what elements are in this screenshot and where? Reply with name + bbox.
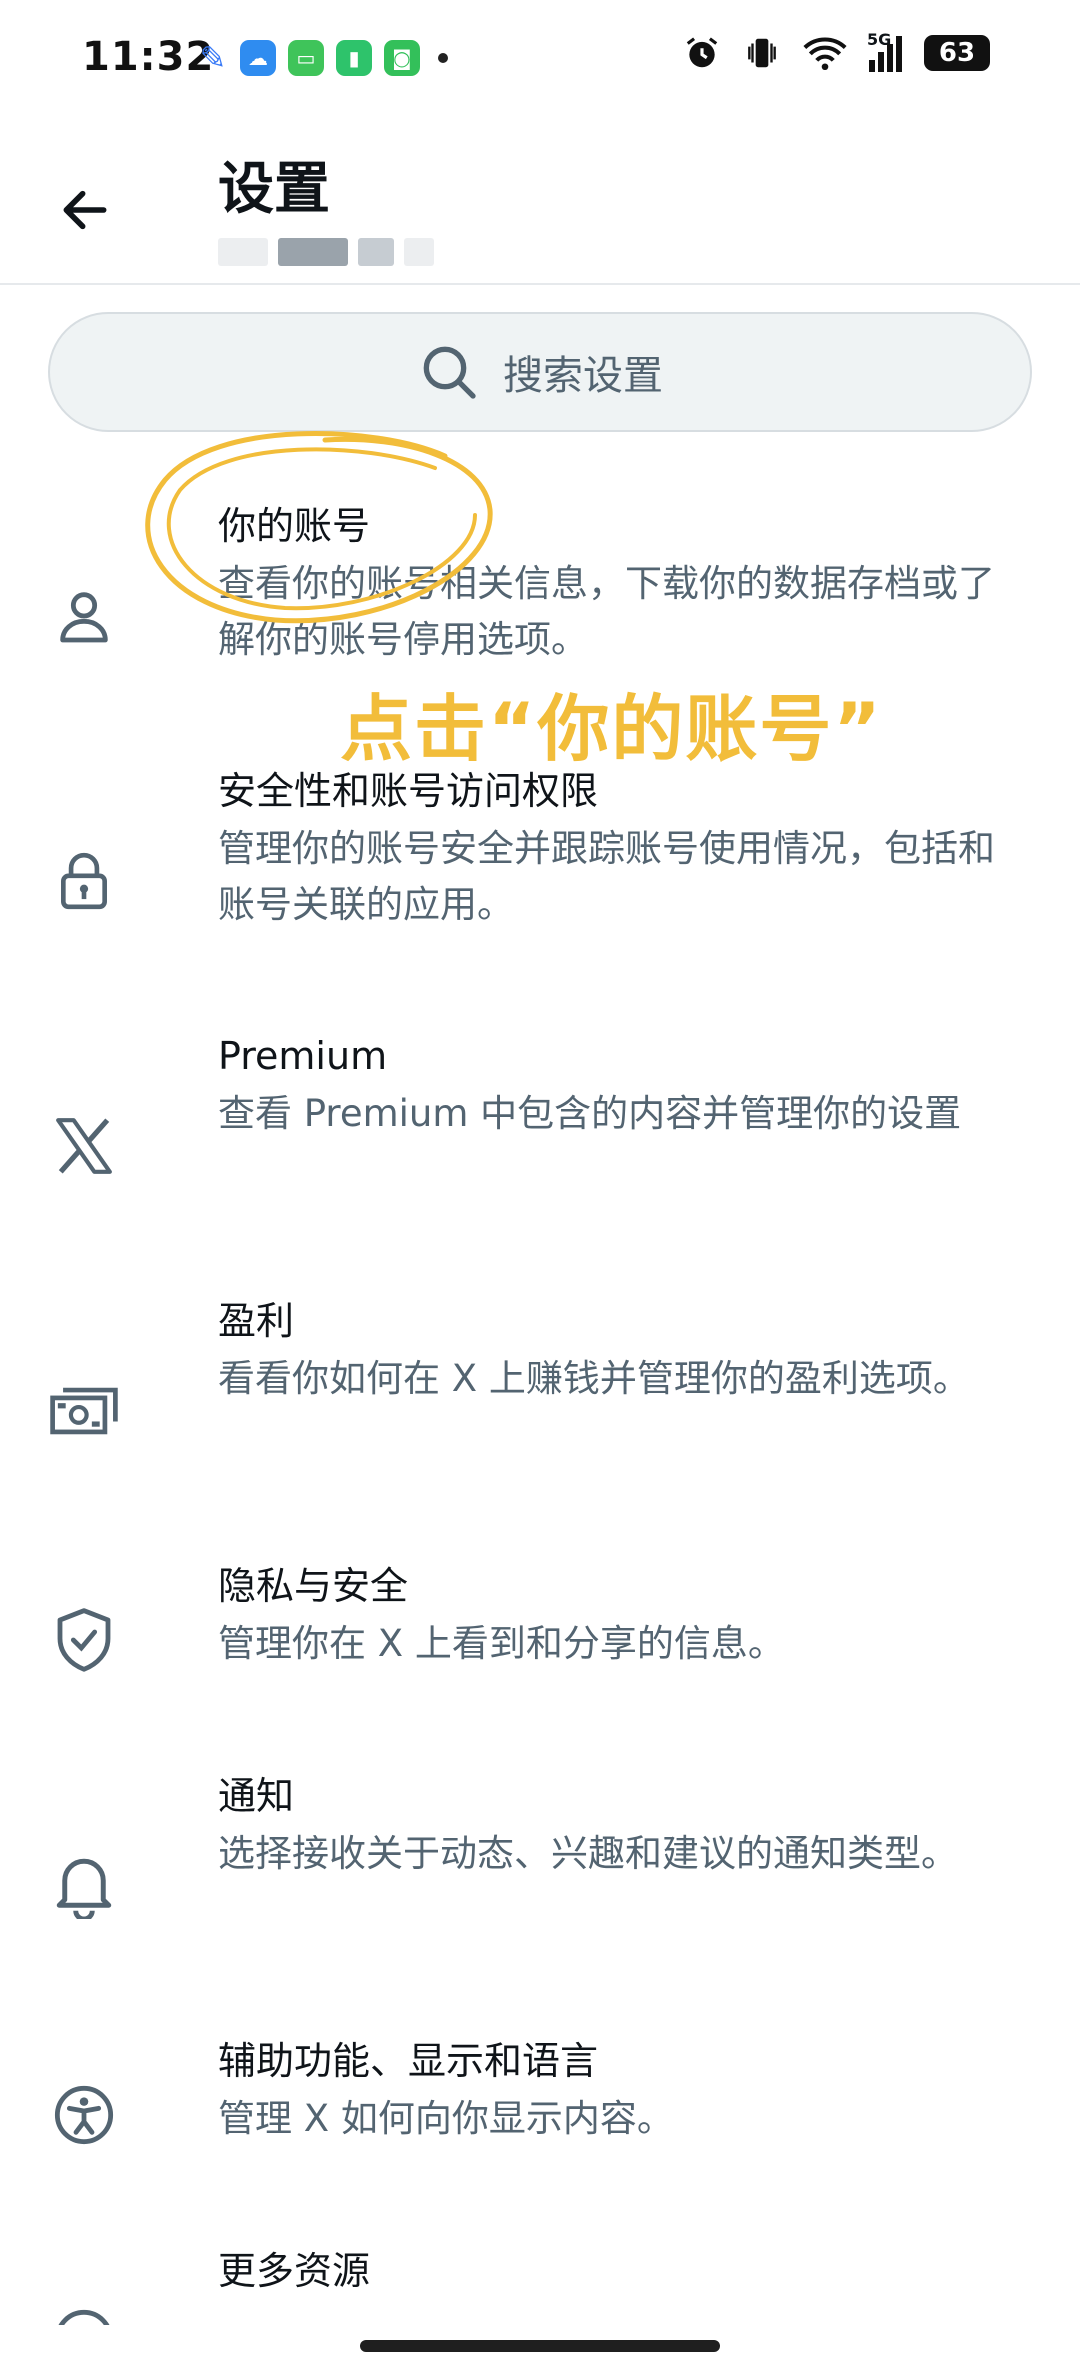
header: 设置 bbox=[0, 120, 1080, 285]
alarm-icon bbox=[686, 37, 718, 68]
settings-item-accessibility[interactable]: 辅助功能、显示和语言 管理 X 如何向你显示内容。 bbox=[0, 2035, 1080, 2235]
shield-check-icon bbox=[46, 1602, 122, 1678]
settings-item-monetization[interactable]: 盈利 看看你如何在 X 上赚钱并管理你的盈利选项。 bbox=[0, 1295, 1080, 1535]
network-type: 5G bbox=[867, 30, 892, 49]
battery-saver-icon: ▮ bbox=[336, 40, 372, 76]
status-time: 11:32 bbox=[82, 34, 215, 80]
item-description: 管理你的账号安全并跟踪账号使用情况，包括和账号关联的应用。 bbox=[218, 827, 995, 926]
item-title: 盈利 bbox=[218, 1299, 295, 1343]
settings-item-notifications[interactable]: 通知 选择接收关于动态、兴趣和建议的通知类型。 bbox=[0, 1770, 1080, 2010]
lock-icon bbox=[46, 843, 122, 919]
bell-icon bbox=[46, 1848, 122, 1924]
status-bar: 11:32 ✎ ☁ ▭ ▮ ◙ 5G 63 bbox=[0, 0, 1080, 120]
more-dot-icon bbox=[438, 53, 448, 63]
search-input[interactable]: 搜索设置 bbox=[48, 312, 1032, 432]
shop-icon: ◙ bbox=[384, 40, 420, 76]
signal-icon: 5G bbox=[867, 30, 902, 72]
item-title: 你的账号 bbox=[218, 504, 371, 548]
search-icon bbox=[423, 346, 476, 399]
search-placeholder: 搜索设置 bbox=[503, 353, 663, 399]
pen-icon: ✎ bbox=[199, 39, 227, 77]
arrow-left-icon bbox=[63, 190, 107, 230]
item-description: 查看 Premium 中包含的内容并管理你的设置 bbox=[218, 1092, 962, 1135]
item-title: 更多资源 bbox=[218, 2249, 371, 2293]
money-icon bbox=[46, 1373, 122, 1449]
page-title: 设置 bbox=[218, 157, 330, 222]
vibrate-icon bbox=[748, 38, 776, 68]
item-title: 隐私与安全 bbox=[218, 1564, 409, 1608]
settings-screen: 11:32 ✎ ☁ ▭ ▮ ◙ 5G 63 设置 搜索设置 你的账号 查看你的账… bbox=[0, 0, 1080, 2376]
person-icon bbox=[46, 578, 122, 654]
item-title: 通知 bbox=[218, 1774, 295, 1818]
item-description: 管理 X 如何向你显示内容。 bbox=[218, 2097, 674, 2140]
item-description: 选择接收关于动态、兴趣和建议的通知类型。 bbox=[218, 1832, 958, 1875]
system-icons: 5G 63 bbox=[683, 30, 990, 72]
accessibility-icon bbox=[46, 2077, 122, 2153]
username-redacted bbox=[218, 238, 434, 266]
settings-item-premium[interactable]: Premium 查看 Premium 中包含的内容并管理你的设置 bbox=[0, 1030, 1080, 1270]
item-description: 查看你的账号相关信息，下载你的数据存档或了解你的账号停用选项。 bbox=[218, 562, 995, 661]
weather-icon: ☁ bbox=[240, 40, 276, 76]
settings-item-security[interactable]: 安全性和账号访问权限 管理你的账号安全并跟踪账号使用情况，包括和账号关联的应用。 bbox=[0, 765, 1080, 1005]
notification-icons: ✎ ☁ ▭ ▮ ◙ bbox=[198, 39, 448, 77]
wifi-icon bbox=[803, 37, 847, 71]
item-description: 管理你在 X 上看到和分享的信息。 bbox=[218, 1622, 785, 1665]
item-title: Premium bbox=[218, 1034, 388, 1078]
back-button[interactable] bbox=[50, 175, 120, 245]
home-indicator[interactable] bbox=[360, 2340, 720, 2352]
settings-item-privacy[interactable]: 隐私与安全 管理你在 X 上看到和分享的信息。 bbox=[0, 1560, 1080, 1760]
item-description: 看看你如何在 X 上赚钱并管理你的盈利选项。 bbox=[218, 1357, 970, 1400]
annotation-callout: 点击“你的账号” bbox=[340, 687, 883, 771]
battery-indicator: 63 bbox=[924, 35, 990, 71]
x-logo-icon bbox=[46, 1108, 122, 1184]
messages-icon: ▭ bbox=[288, 40, 324, 76]
item-title: 辅助功能、显示和语言 bbox=[218, 2039, 599, 2083]
